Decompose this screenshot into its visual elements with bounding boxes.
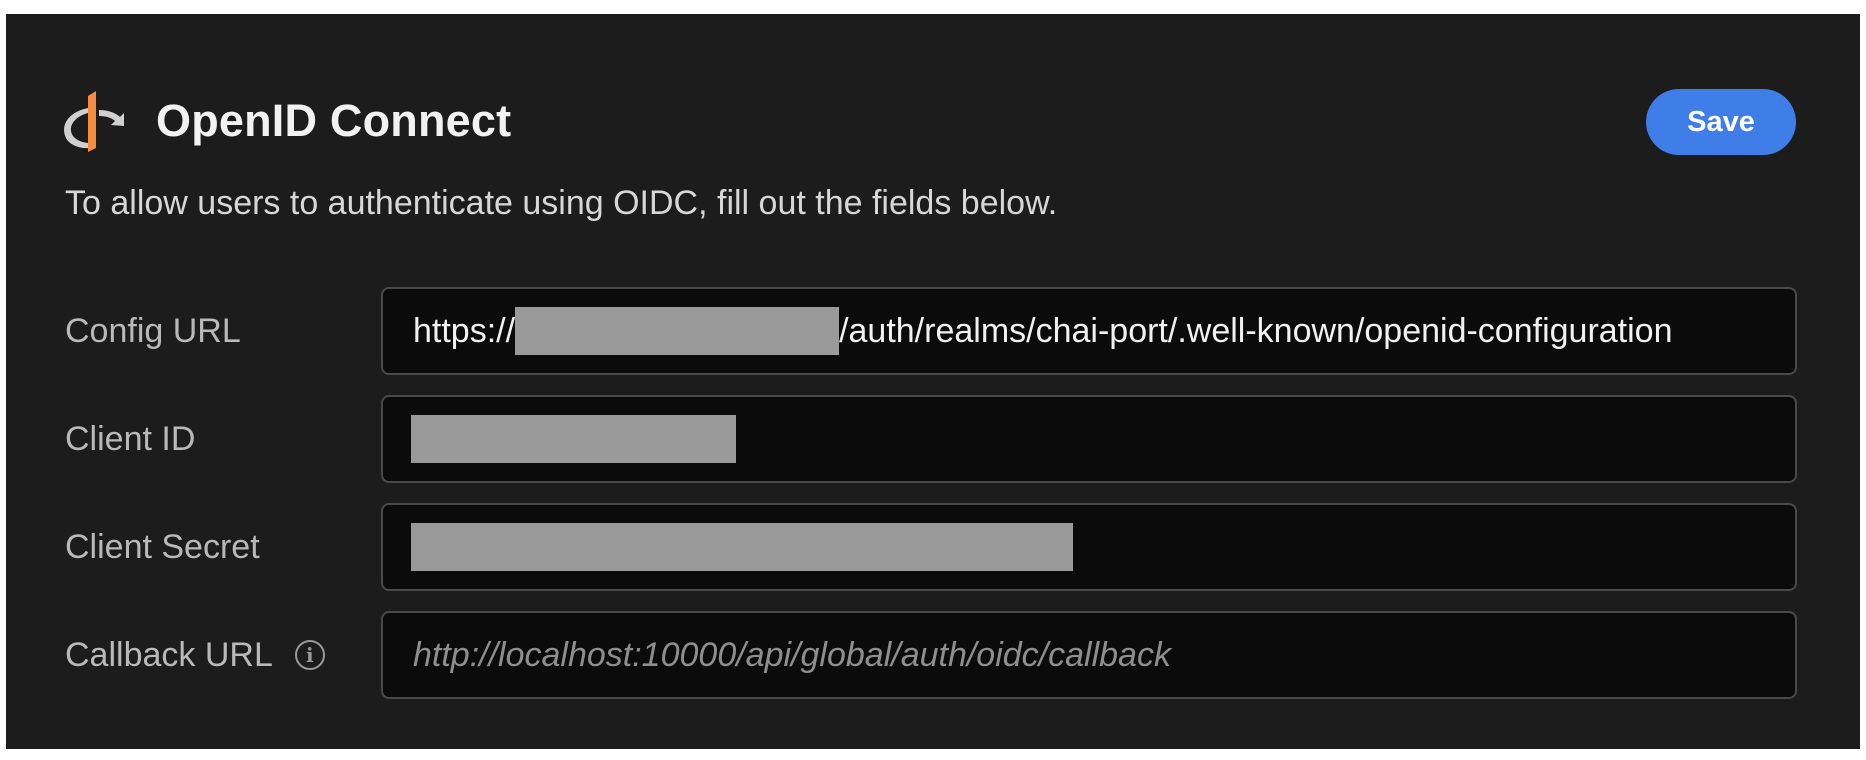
description-text: To allow users to authenticate using OID…	[65, 184, 1058, 222]
oidc-settings-panel: OpenID Connect Save To allow users to au…	[6, 14, 1860, 749]
callback-url-label: Callback URL	[65, 635, 273, 674]
page-title: OpenID Connect	[156, 95, 512, 146]
config-url-value-prefix: https://	[413, 311, 516, 350]
save-button[interactable]: Save	[1646, 89, 1796, 155]
config-url-label: Config URL	[65, 311, 241, 350]
client-id-row: Client ID	[65, 395, 1797, 483]
redacted-client-id	[411, 415, 736, 463]
info-icon[interactable]: i	[294, 640, 325, 670]
client-id-label: Client ID	[65, 419, 196, 458]
client-id-input[interactable]	[381, 395, 1797, 483]
callback-url-input[interactable]: http://localhost:10000/api/global/auth/o…	[381, 611, 1797, 699]
panel-header: OpenID Connect	[58, 86, 511, 156]
callback-url-label-group: Callback URL i	[65, 611, 325, 699]
client-secret-row: Client Secret	[65, 503, 1797, 591]
config-url-value-suffix: /auth/realms/chai-port/.well-known/openi…	[839, 311, 1673, 350]
config-url-row: Config URL https:// /auth/realms/chai-po…	[65, 287, 1797, 375]
client-secret-input[interactable]	[381, 503, 1797, 591]
redacted-client-secret	[411, 523, 1073, 571]
redacted-host	[515, 307, 840, 355]
callback-url-row: Callback URL i http://localhost:10000/ap…	[65, 611, 1797, 699]
client-secret-label: Client Secret	[65, 527, 260, 566]
config-url-input[interactable]: https:// /auth/realms/chai-port/.well-kn…	[381, 287, 1797, 375]
openid-logo-icon	[64, 91, 124, 152]
